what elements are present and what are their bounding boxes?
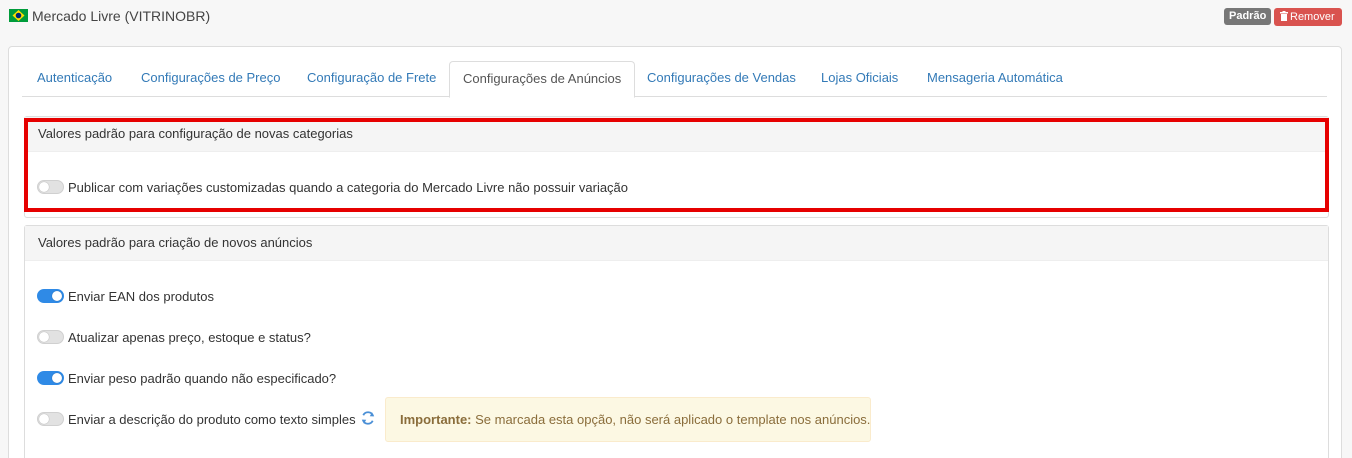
toggle-knob [52, 373, 62, 383]
store-title: Mercado Livre (VITRINOBR) [32, 8, 211, 24]
toggle-knob [52, 291, 62, 301]
update-only-toggle[interactable] [37, 330, 64, 344]
store-header: Mercado Livre (VITRINOBR) Padrão Remover [0, 0, 1352, 33]
refresh-icon[interactable] [360, 410, 376, 426]
listings-defaults-title: Valores padrão para criação de novos anú… [25, 226, 1328, 261]
settings-tabs: Autenticação Configurações de Preço Conf… [22, 61, 1327, 98]
trash-icon [1280, 11, 1288, 21]
default-weight-label: Enviar peso padrão quando não especifica… [68, 370, 337, 386]
plain-description-toggle[interactable] [37, 412, 64, 426]
tab-configuracoes-vendas[interactable]: Configurações de Vendas [647, 61, 796, 97]
important-alert: Importante: Se marcada esta opção, não s… [385, 397, 871, 442]
update-only-row: Atualizar apenas preço, estoque e status… [37, 329, 311, 345]
highlight-annotation-box [24, 118, 1329, 212]
tab-autenticacao[interactable]: Autenticação [37, 61, 112, 97]
default-weight-toggle[interactable] [37, 371, 64, 385]
send-ean-toggle[interactable] [37, 289, 64, 303]
alert-text: Se marcada esta opção, não será aplicado… [471, 412, 871, 427]
toggle-knob [39, 332, 49, 342]
remove-button[interactable]: Remover [1274, 8, 1342, 26]
alert-strong: Importante: [400, 412, 472, 427]
default-weight-row: Enviar peso padrão quando não especifica… [37, 370, 336, 386]
tab-configuracao-frete[interactable]: Configuração de Frete [307, 61, 436, 97]
tab-lojas-oficiais[interactable]: Lojas Oficiais [821, 61, 898, 97]
toggle-knob [39, 414, 49, 424]
update-only-label: Atualizar apenas preço, estoque e status… [68, 329, 311, 345]
tab-configuracoes-preco[interactable]: Configurações de Preço [141, 61, 280, 97]
send-ean-row: Enviar EAN dos produtos [37, 288, 214, 304]
send-ean-label: Enviar EAN dos produtos [68, 288, 214, 304]
tab-configuracoes-anuncios[interactable]: Configurações de Anúncios [449, 61, 636, 98]
tab-mensageria-automatica[interactable]: Mensageria Automática [927, 61, 1063, 97]
plain-description-row: Enviar a descrição do produto como texto… [37, 411, 356, 427]
brazil-flag-icon [9, 9, 28, 22]
plain-description-label: Enviar a descrição do produto como texto… [68, 411, 356, 427]
remove-label: Remover [1290, 11, 1335, 23]
default-badge: Padrão [1224, 8, 1272, 25]
